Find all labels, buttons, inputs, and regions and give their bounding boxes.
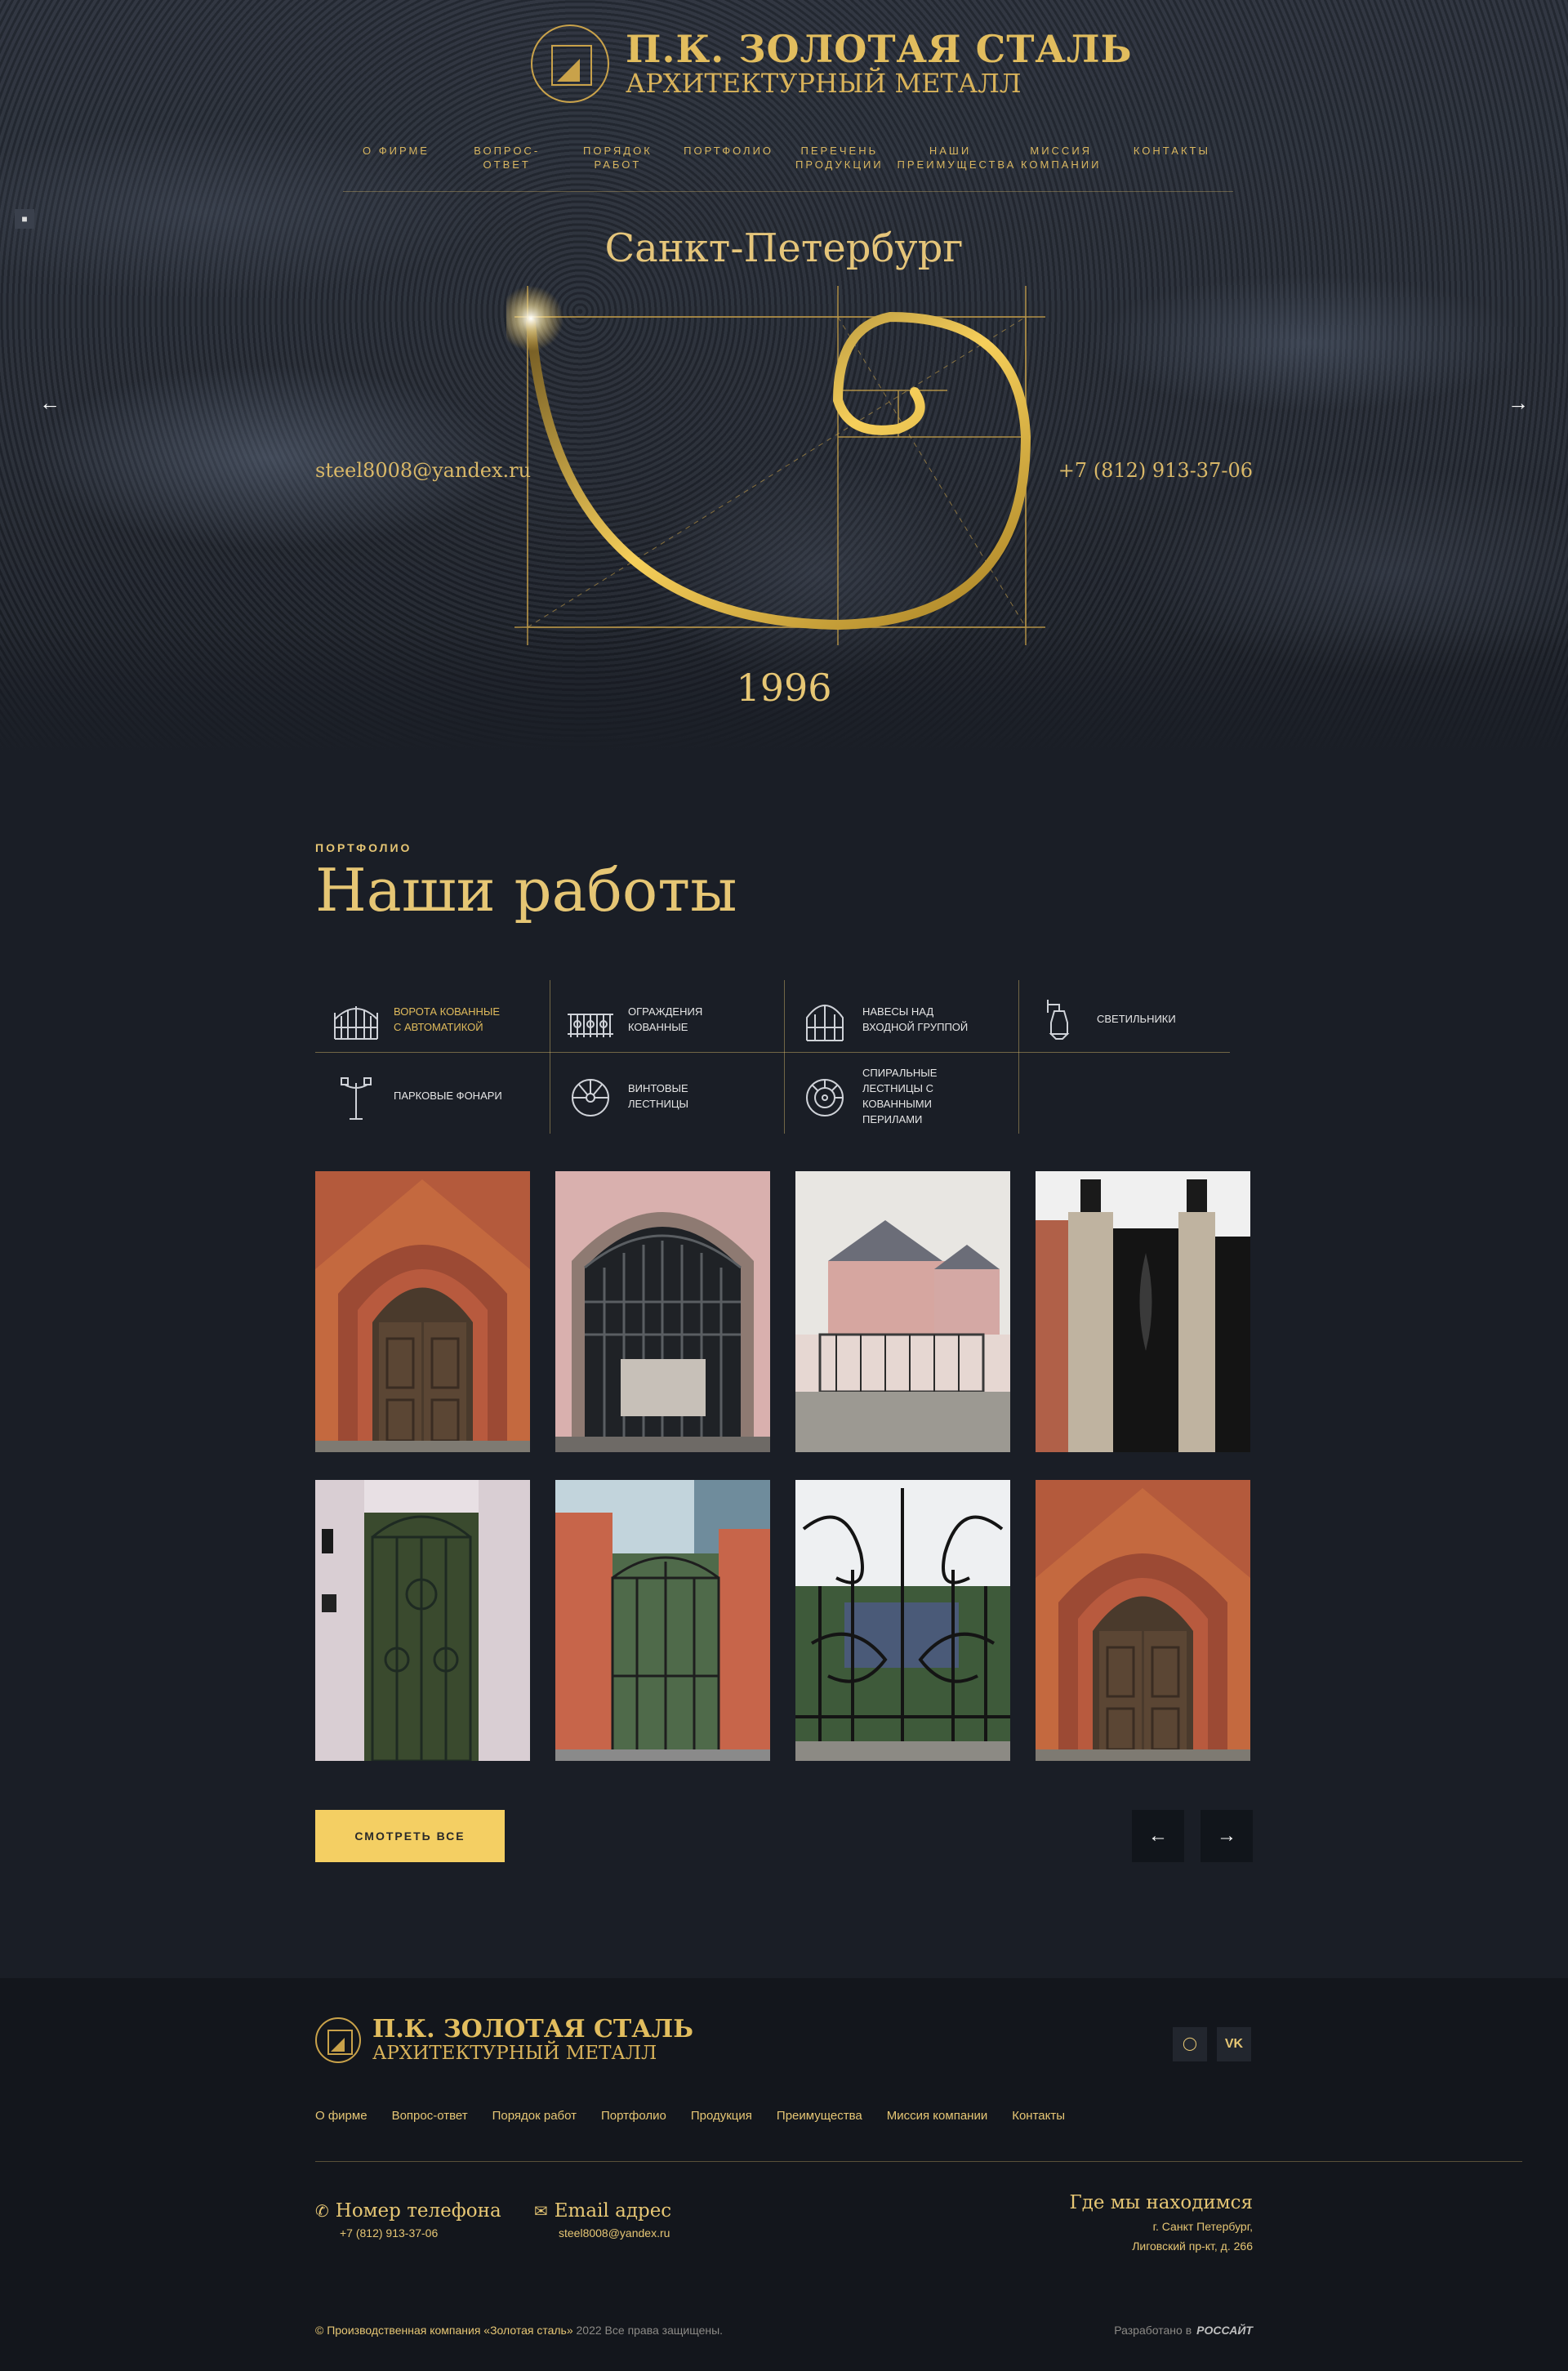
spiral-railing-icon [806, 1078, 844, 1116]
footer-email-value[interactable]: steel8008@yandex.ru [559, 2226, 671, 2240]
hero-prev-button[interactable]: ← [38, 390, 62, 415]
footer-nav-products[interactable]: Продукция [691, 2109, 752, 2123]
footer: П.К. ЗОЛОТАЯ СТАЛЬ АРХИТЕКТУРНЫЙ МЕТАЛЛ … [0, 1978, 1568, 2371]
footer-logo-subtitle: АРХИТЕКТУРНЫЙ МЕТАЛЛ [372, 2043, 657, 2064]
instagram-button[interactable]: ◯ [1173, 2027, 1207, 2061]
hero-banner: П.К. ЗОЛОТАЯ СТАЛЬ АРХИТЕКТУРНЫЙ МЕТАЛЛ … [0, 0, 1568, 760]
hero-year: 1996 [736, 666, 832, 710]
category-spiral-railings[interactable]: СПИРАЛЬНЫЕ ЛЕСТНИЦЫ С КОВАННЫМИ ПЕРИЛАМИ [784, 1057, 1017, 1134]
portfolio-photo-arched-door[interactable] [315, 1171, 530, 1452]
footer-nav-faq[interactable]: Вопрос-ответ [392, 2109, 468, 2123]
spiral-stairs-icon [572, 1078, 609, 1116]
nav-portfolio[interactable]: ПОРТФОЛИО [675, 144, 782, 158]
hero-phone[interactable]: +7 (812) 913-37-06 [1058, 459, 1253, 482]
nav-advantages[interactable]: НАШИ ПРЕИМУЩЕСТВА [898, 144, 1014, 172]
hero-city: Санкт-Петербург [604, 225, 964, 271]
footer-nav-contacts[interactable]: Контакты [1012, 2109, 1065, 2123]
footer-nav-portfolio[interactable]: Портфолио [601, 2109, 666, 2123]
category-fences[interactable]: ОГРАЖДЕНИЯ КОВАННЫЕ [550, 980, 782, 1058]
gallery-prev-button[interactable]: ← [1132, 1810, 1184, 1862]
footer-nav-advantages[interactable]: Преимущества [777, 2109, 862, 2123]
footer-divider [315, 2161, 1522, 2162]
portfolio-photo-stone-pillar-gate[interactable] [1036, 1171, 1250, 1452]
nav-divider [343, 191, 1233, 192]
copyright: © Производственная компания «Золотая ста… [315, 2324, 724, 2337]
arrow-left-icon: ← [1148, 1825, 1168, 1847]
vk-button[interactable]: VK [1217, 2027, 1251, 2061]
mail-icon: ✉ [534, 2201, 548, 2221]
logo-title: П.К. ЗОЛОТАЯ СТАЛЬ [626, 27, 1133, 71]
nav-products[interactable]: ПЕРЕЧЕНЬ ПРОДУКЦИИ [786, 144, 893, 172]
footer-nav-process[interactable]: Порядок работ [492, 2109, 577, 2123]
nav-contacts[interactable]: КОНТАКТЫ [1119, 144, 1225, 158]
portfolio-photo-brick-gate[interactable] [555, 1480, 770, 1761]
logo-subtitle: АРХИТЕКТУРНЫЙ МЕТАЛЛ [626, 68, 1022, 99]
footer-location: Где мы находимся г. Санкт Петербург, Лиго… [1069, 2192, 1253, 2253]
nav-mission[interactable]: МИССИЯ КОМПАНИИ [1008, 144, 1114, 172]
nav-faq[interactable]: ВОПРОС-ОТВЕТ [454, 144, 560, 172]
arrow-left-icon: ← [39, 390, 60, 415]
footer-nav: О фирме Вопрос-ответ Порядок работ Портф… [315, 2109, 1065, 2123]
hero-email[interactable]: steel8008@yandex.ru [315, 459, 531, 482]
canopy-icon [806, 1004, 844, 1041]
fence-icon [568, 1013, 613, 1037]
footer-nav-about[interactable]: О фирме [315, 2109, 368, 2123]
vk-icon: VK [1224, 2037, 1244, 2051]
view-all-button[interactable]: СМОТРЕТЬ ВСЕ [315, 1810, 505, 1862]
portfolio-photo-arched-window-gate[interactable] [555, 1171, 770, 1452]
portfolio-photo-art-nouveau-gate[interactable] [795, 1480, 1010, 1761]
category-filter: ВОРОТА КОВАННЫЕ С АВТОМАТИКОЙ ОГРАЖДЕНИЯ К… [315, 980, 1230, 1135]
street-lamp-icon [341, 1076, 372, 1120]
portfolio-photo-white-wall-gate[interactable] [315, 1480, 530, 1761]
arrow-right-icon: → [1217, 1825, 1236, 1847]
logo-emblem-icon [531, 25, 609, 103]
section-title: Наши работы [315, 856, 737, 925]
main-nav: О ФИРМЕ ВОПРОС-ОТВЕТ ПОРЯДОК РАБОТ ПОРТФО… [343, 144, 1225, 172]
logo-emblem-icon [315, 2017, 361, 2063]
instagram-icon: ◯ [1183, 2037, 1197, 2051]
hero-next-button[interactable]: → [1506, 390, 1530, 415]
gallery-next-button[interactable]: → [1200, 1810, 1253, 1862]
footer-phone-value[interactable]: +7 (812) 913-37-06 [340, 2226, 501, 2240]
lamp-icon [1047, 999, 1070, 1040]
category-spiral-stairs[interactable]: ВИНТОВЫЕ ЛЕСТНИЦЫ [550, 1057, 782, 1134]
footer-logo-title: П.К. ЗОЛОТАЯ СТАЛЬ [372, 2015, 693, 2043]
category-lamps[interactable]: СВЕТИЛЬНИКИ [1018, 980, 1251, 1058]
portfolio-photo-house-gate[interactable] [795, 1171, 1010, 1452]
category-gates[interactable]: ВОРОТА КОВАННЫЕ С АВТОМАТИКОЙ [315, 980, 548, 1058]
gate-icon [334, 1005, 378, 1040]
category-park-lamps[interactable]: ПАРКОВЫЕ ФОНАРИ [315, 1057, 548, 1134]
developer-credit[interactable]: Разработано в РОССАЙТ [1114, 2324, 1253, 2337]
header-logo[interactable]: П.К. ЗОЛОТАЯ СТАЛЬ АРХИТЕКТУРНЫЙ МЕТАЛЛ [531, 25, 1133, 103]
footer-phone: ✆ Номер телефона +7 (812) 913-37-06 [315, 2200, 501, 2240]
arrow-right-icon: → [1508, 390, 1529, 415]
nav-process[interactable]: ПОРЯДОК РАБОТ [564, 144, 670, 172]
section-kicker: ПОРТФОЛИО [315, 841, 412, 854]
footer-logo[interactable]: П.К. ЗОЛОТАЯ СТАЛЬ АРХИТЕКТУРНЫЙ МЕТАЛЛ [315, 2017, 693, 2064]
portfolio-photo-arched-door-2[interactable] [1036, 1480, 1250, 1761]
golden-spiral-graphic [506, 286, 1045, 645]
category-canopies[interactable]: НАВЕСЫ НАД ВХОДНОЙ ГРУППОЙ [784, 980, 1017, 1058]
footer-nav-mission[interactable]: Миссия компании [887, 2109, 987, 2123]
phone-icon: ✆ [315, 2201, 329, 2221]
nav-about[interactable]: О ФИРМЕ [343, 144, 449, 158]
footer-email: ✉ Email адрес steel8008@yandex.ru [534, 2200, 672, 2240]
